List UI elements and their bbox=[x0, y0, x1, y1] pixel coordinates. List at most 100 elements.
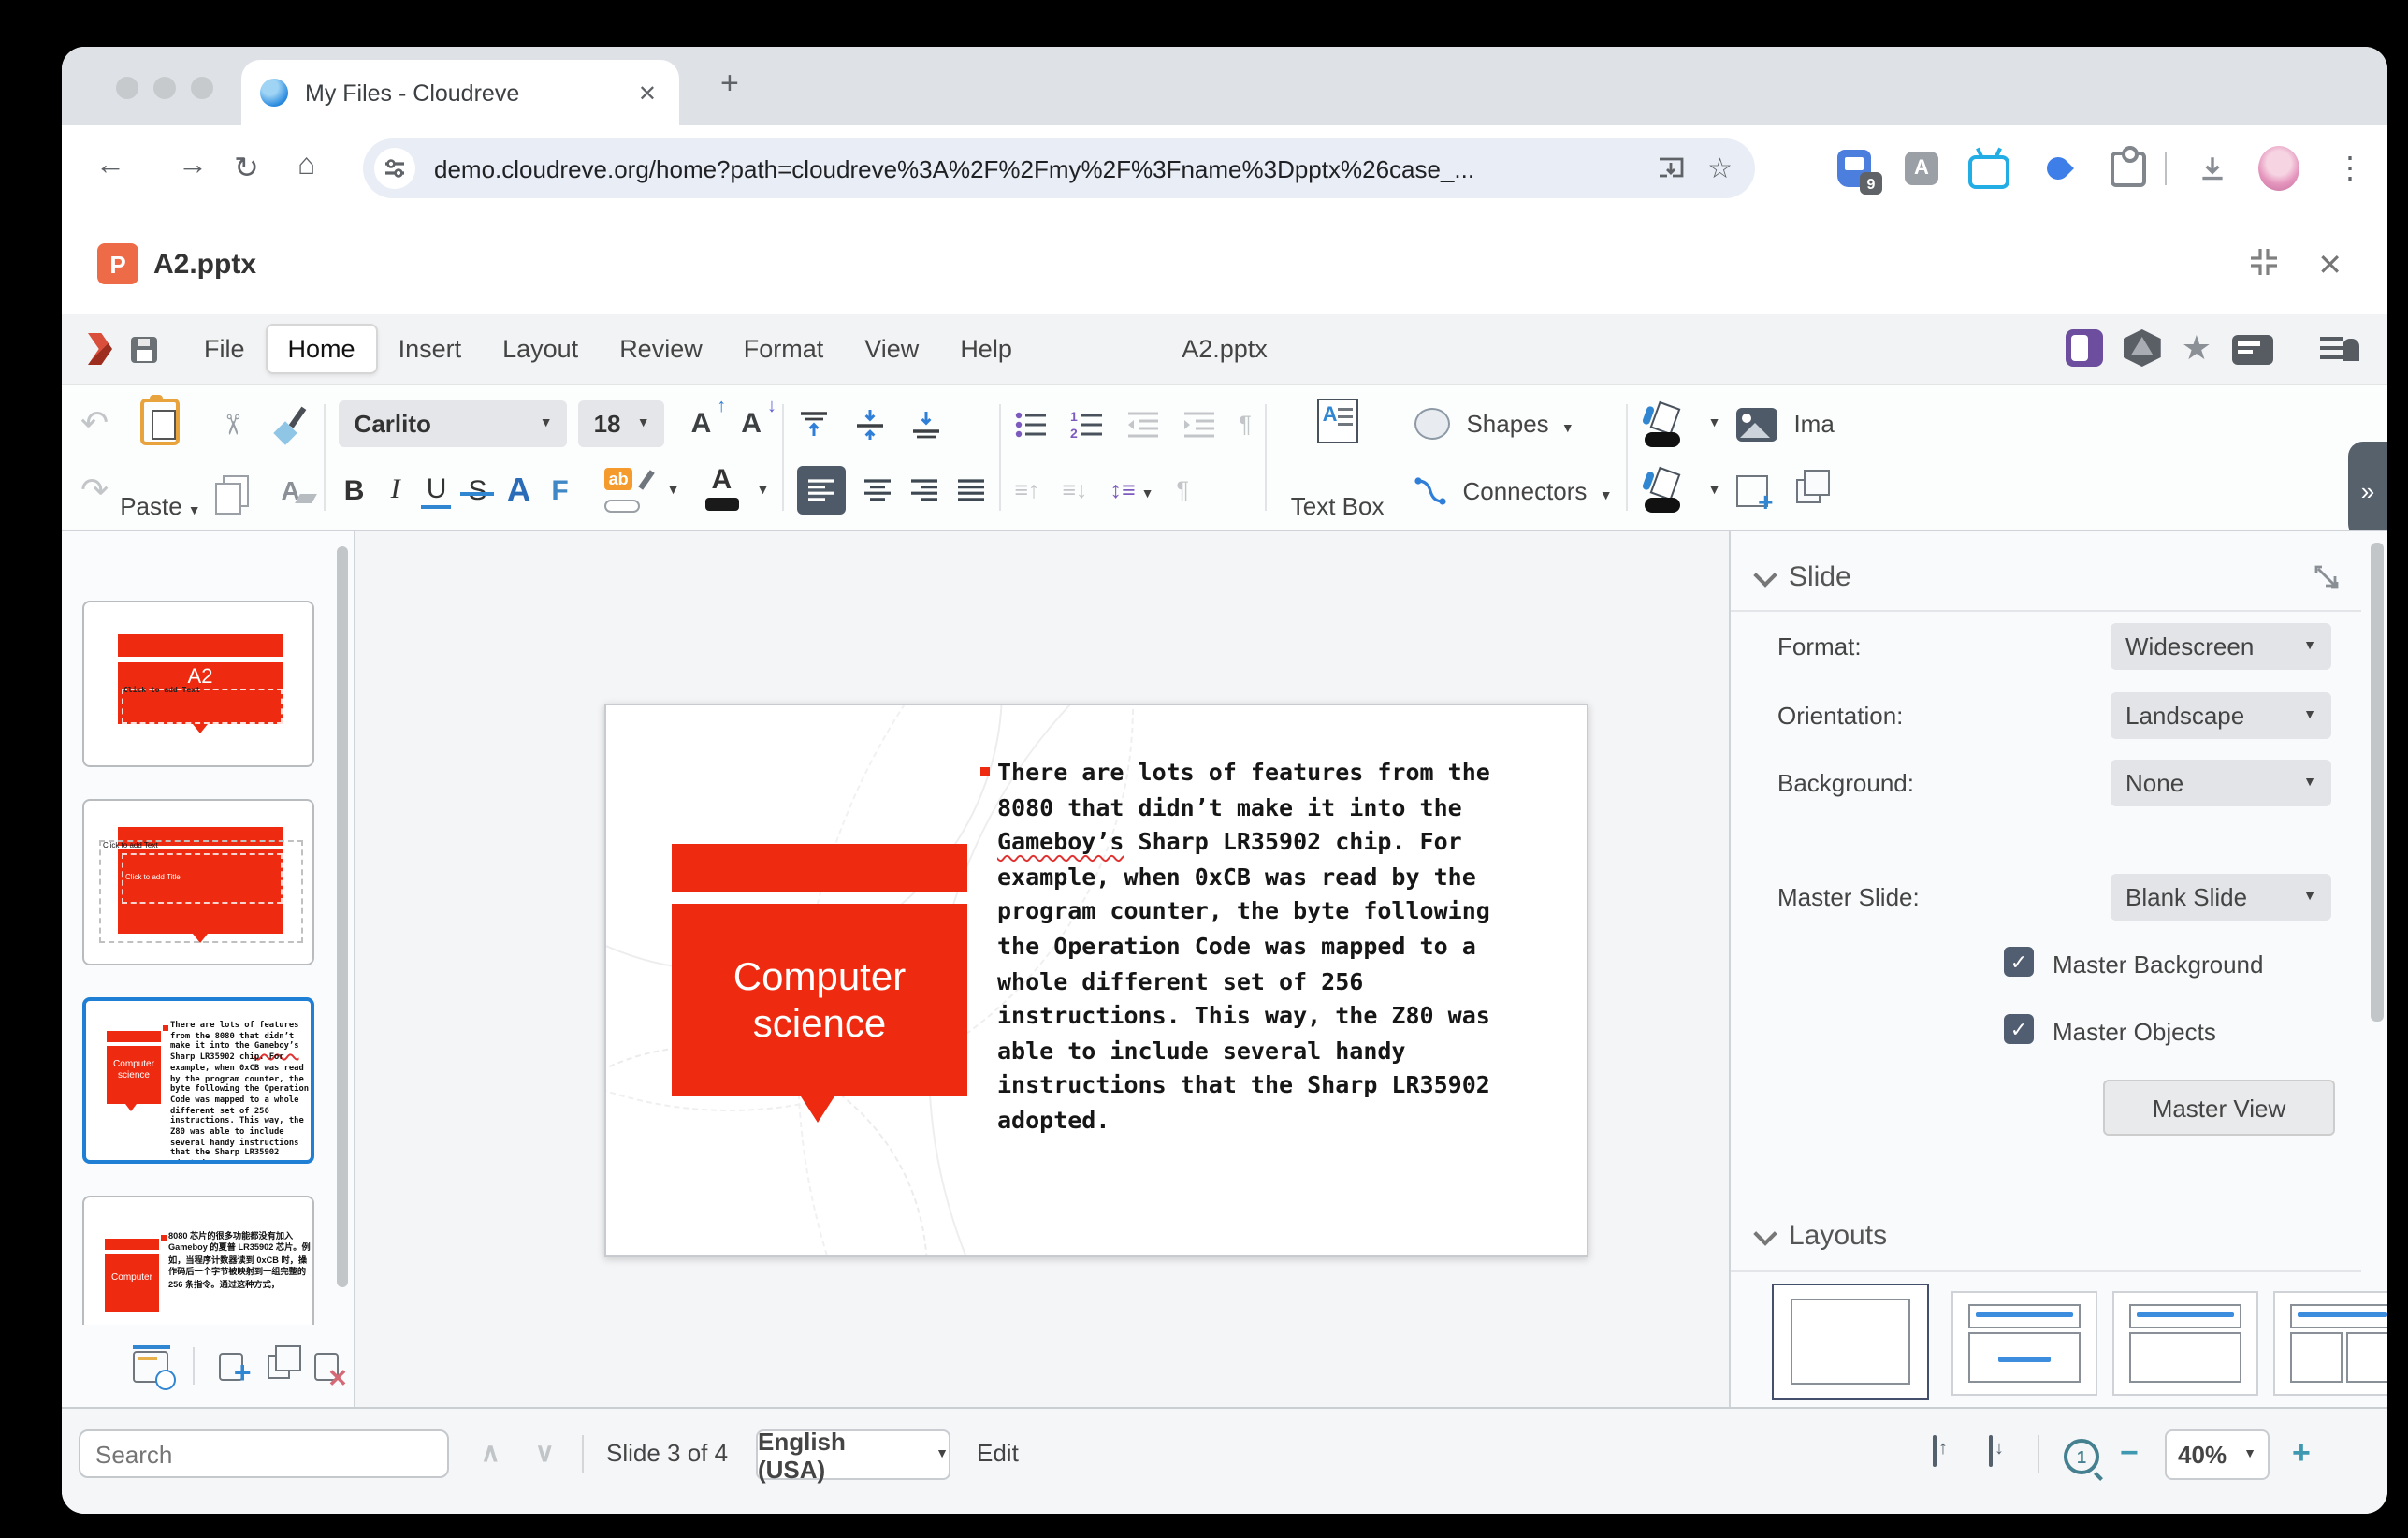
insert-paragraph-icon[interactable]: ¶ bbox=[1176, 478, 1188, 504]
browser-tab[interactable]: My Files - Cloudreve ✕ bbox=[241, 60, 679, 125]
decrease-indent-icon[interactable] bbox=[1126, 410, 1160, 440]
zoom-in-icon[interactable]: + bbox=[2292, 1435, 2311, 1473]
undo-icon[interactable]: ↶ bbox=[80, 405, 109, 444]
bold-button[interactable]: B bbox=[340, 475, 370, 507]
search-input[interactable] bbox=[79, 1429, 449, 1478]
next-slide-icon[interactable]: ∨ bbox=[535, 1437, 555, 1469]
orientation-dropdown[interactable]: Landscape▼ bbox=[2111, 692, 2331, 739]
slide-3-thumbnail-selected[interactable]: Computer science There are lots of featu… bbox=[82, 997, 314, 1164]
numbered-list-icon[interactable]: 12 bbox=[1070, 410, 1104, 440]
font-color-icon[interactable]: A bbox=[705, 469, 739, 514]
increase-font-icon[interactable]: A↑ bbox=[691, 409, 712, 441]
browser-menu-kebab-icon[interactable]: ⋮ bbox=[2329, 148, 2371, 189]
favorites-star-icon[interactable]: ★ bbox=[2182, 329, 2212, 367]
slide-4-thumbnail[interactable]: Computer 8080 芯片的很多功能都没有加入 Gameboy 的夏普 L… bbox=[82, 1196, 314, 1325]
collapse-fullscreen-icon[interactable] bbox=[2249, 247, 2279, 286]
underline-button[interactable]: U bbox=[422, 473, 452, 509]
home-icon[interactable]: ⌂ bbox=[297, 150, 315, 183]
slide-canvas[interactable]: Computer science There are lots of featu… bbox=[355, 531, 1729, 1407]
cut-icon[interactable]: ✂ bbox=[212, 408, 254, 442]
slide-title-bar-shape[interactable] bbox=[672, 844, 967, 892]
expand-toolbar-button[interactable]: » bbox=[2348, 442, 2387, 531]
presentation-app-logo[interactable] bbox=[88, 333, 112, 365]
strikethrough-button[interactable]: S bbox=[463, 475, 493, 507]
add-space-before-icon[interactable]: ≡↑ bbox=[1014, 478, 1039, 504]
layouts-header[interactable]: Layouts bbox=[1757, 1220, 1887, 1252]
edit-mode-label[interactable]: Edit bbox=[977, 1439, 1019, 1467]
decrease-font-icon[interactable]: A↓ bbox=[741, 409, 762, 441]
delete-slide-icon[interactable]: ✕ bbox=[314, 1352, 339, 1380]
language-selector[interactable]: English (USA)▼ bbox=[756, 1429, 950, 1480]
align-middle-icon[interactable] bbox=[853, 408, 887, 442]
shape-fill-color-icon[interactable] bbox=[1641, 469, 1686, 514]
downloads-icon[interactable] bbox=[2191, 148, 2232, 189]
align-center-button[interactable] bbox=[863, 476, 892, 506]
format-painter-icon[interactable] bbox=[270, 408, 312, 442]
layout-two-content[interactable] bbox=[2273, 1291, 2387, 1396]
macos-minimize-button[interactable] bbox=[153, 77, 176, 99]
slide-fill-caret[interactable]: ▼ bbox=[1708, 418, 1721, 431]
redo-icon[interactable]: ↷ bbox=[80, 472, 109, 511]
menu-insert[interactable]: Insert bbox=[378, 326, 483, 372]
font-color-caret[interactable]: ▼ bbox=[756, 485, 769, 498]
new-tab-button[interactable]: + bbox=[720, 65, 739, 103]
zoom-out-icon[interactable]: − bbox=[2120, 1435, 2139, 1473]
start-slideshow-icon[interactable] bbox=[133, 1350, 168, 1382]
slide-layers-icon[interactable] bbox=[1795, 479, 1820, 503]
plugin-gem-icon[interactable] bbox=[2124, 329, 2161, 367]
menu-view[interactable]: View bbox=[844, 326, 939, 372]
open-advanced-settings-icon[interactable] bbox=[2314, 565, 2339, 595]
macos-close-button[interactable] bbox=[116, 77, 138, 99]
highlight-caret[interactable]: ▼ bbox=[667, 485, 680, 498]
reload-icon[interactable]: ↻ bbox=[234, 150, 259, 187]
connectors-button[interactable]: Connectors ▼ bbox=[1414, 459, 1612, 523]
master-slide-dropdown[interactable]: Blank Slide▼ bbox=[2111, 874, 2331, 921]
layout-title-content[interactable] bbox=[2112, 1291, 2258, 1396]
bullet-list-icon[interactable] bbox=[1014, 410, 1048, 440]
address-bar[interactable]: demo.cloudreve.org/home?path=cloudreve%3… bbox=[363, 138, 1755, 198]
paste-button[interactable]: Paste▼ bbox=[109, 391, 211, 524]
text-direction-icon[interactable]: ¶ bbox=[1239, 412, 1251, 438]
close-editor-icon[interactable]: ✕ bbox=[2317, 247, 2343, 284]
shape-fill-caret[interactable]: ▼ bbox=[1708, 485, 1721, 498]
master-view-button[interactable]: Master View bbox=[2103, 1080, 2335, 1136]
slide-fill-color-icon[interactable] bbox=[1641, 402, 1686, 447]
highlight-color-icon[interactable]: ab bbox=[605, 469, 650, 514]
save-icon[interactable] bbox=[131, 336, 157, 362]
align-top-icon[interactable] bbox=[797, 408, 831, 442]
menu-format[interactable]: Format bbox=[723, 326, 845, 372]
master-background-checkbox[interactable]: ✓ bbox=[2004, 947, 2034, 977]
bilibili-extension-icon[interactable] bbox=[1968, 148, 2009, 189]
font-color-a-icon[interactable]: A bbox=[504, 472, 534, 511]
shapes-button[interactable]: Shapes ▼ bbox=[1414, 393, 1612, 457]
fit-to-width-icon[interactable] bbox=[1989, 1437, 1993, 1465]
align-bottom-icon[interactable] bbox=[909, 408, 943, 442]
drop-extension-icon[interactable] bbox=[2038, 148, 2079, 189]
slide-body-text[interactable]: There are lots of features from the 8080… bbox=[997, 756, 1517, 1139]
zoom-level-selector[interactable]: 40%▼ bbox=[2165, 1429, 2270, 1480]
add-slide-button[interactable]: + bbox=[219, 1352, 243, 1380]
current-slide[interactable]: Computer science There are lots of featu… bbox=[604, 704, 1588, 1257]
slide-2-thumbnail[interactable]: Click to add Text Click to add Title bbox=[82, 799, 314, 965]
previous-slide-icon[interactable]: ∧ bbox=[481, 1437, 500, 1469]
menu-review[interactable]: Review bbox=[599, 326, 723, 372]
forward-icon[interactable]: → bbox=[178, 150, 208, 183]
copy-icon[interactable] bbox=[212, 475, 254, 507]
align-left-button-active[interactable] bbox=[797, 467, 846, 515]
settings-scrollbar[interactable] bbox=[2371, 543, 2384, 1022]
site-settings-icon[interactable] bbox=[374, 148, 415, 189]
duplicate-slide-icon[interactable] bbox=[268, 1354, 290, 1378]
menu-help[interactable]: Help bbox=[939, 326, 1033, 372]
slide-title-shape[interactable]: Computer science bbox=[672, 904, 967, 1096]
profile-avatar[interactable] bbox=[2258, 148, 2299, 189]
extensions-puzzle-icon[interactable] bbox=[2107, 148, 2148, 189]
thumbnails-scrollbar[interactable] bbox=[337, 546, 348, 1287]
about-user-icon[interactable] bbox=[2320, 335, 2361, 365]
background-dropdown[interactable]: None▼ bbox=[2111, 760, 2331, 806]
macos-zoom-button[interactable] bbox=[191, 77, 213, 99]
add-space-after-icon[interactable]: ≡↓ bbox=[1062, 478, 1087, 504]
install-app-icon[interactable] bbox=[1655, 153, 1685, 183]
url-text[interactable]: demo.cloudreve.org/home?path=cloudreve%3… bbox=[434, 154, 1632, 182]
layout-title-content-centered[interactable] bbox=[1951, 1291, 2097, 1396]
clear-formatting-icon[interactable]: A bbox=[270, 476, 312, 506]
